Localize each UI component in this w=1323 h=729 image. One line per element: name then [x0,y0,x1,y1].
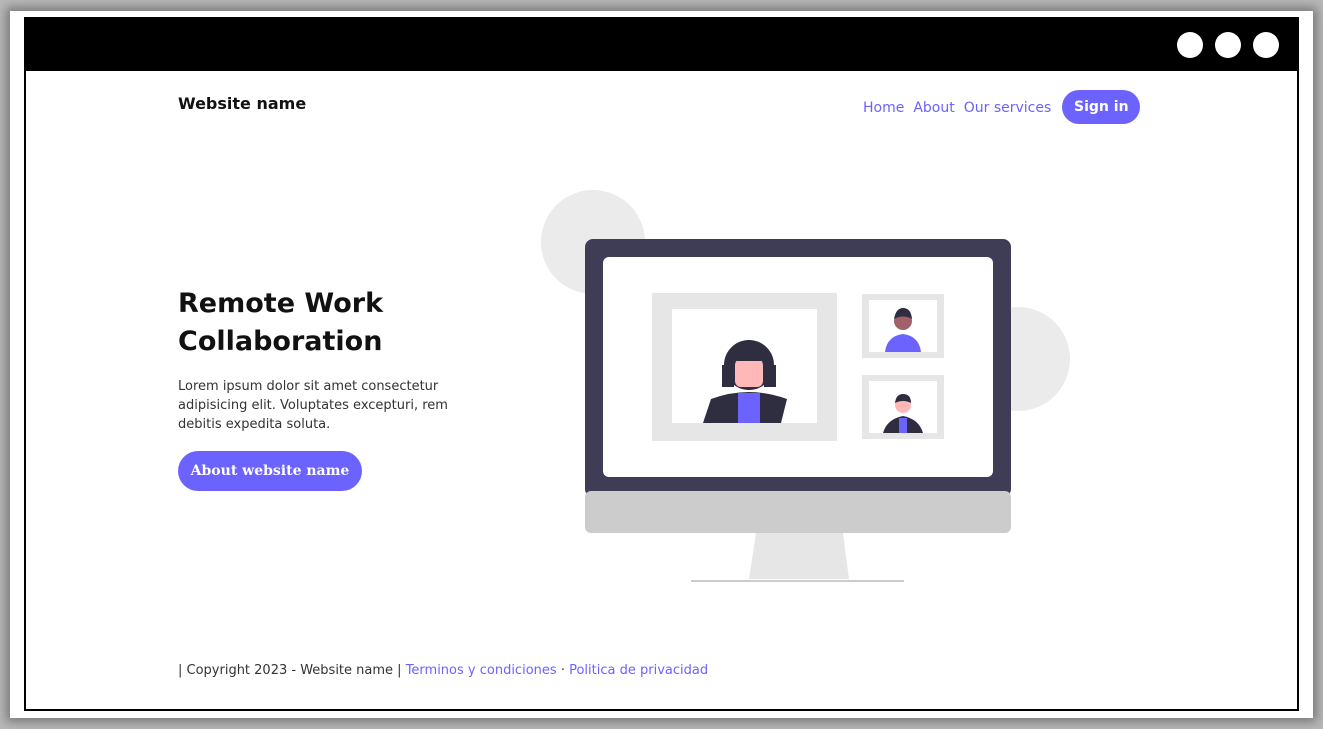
monitor-chin-icon [585,491,1011,533]
footer: | Copyright 2023 - Website name | Termin… [178,663,708,678]
monitor-stand-icon [749,533,849,579]
nav-services-link[interactable]: Our services [964,100,1052,116]
footer-copyright: | Copyright 2023 - Website name | [178,663,402,678]
window-dot-icon[interactable] [1215,32,1241,58]
main-participant-tile [652,293,837,441]
screenshot-frame: Website name Home About Our services Sig… [10,11,1313,718]
nav-home-link[interactable]: Home [863,100,904,116]
main-nav: Home About Our services Sign in [863,90,1141,124]
privacy-link[interactable]: Politica de privacidad [569,663,708,678]
nav-about-link[interactable]: About [913,100,954,116]
hero-description: Lorem ipsum dolor sit amet consectetur a… [178,379,448,432]
brand-name[interactable]: Website name [178,94,306,113]
sign-in-button[interactable]: Sign in [1062,90,1141,124]
terms-link[interactable]: Terminos y condiciones [406,663,557,678]
browser-window: Website name Home About Our services Sig… [24,17,1299,711]
hero-title: Remote Work Collaboration [178,288,384,357]
window-dot-icon[interactable] [1177,32,1203,58]
participant-tile-man-1 [862,294,944,358]
window-titlebar [26,19,1297,71]
participant-tile-man-2 [862,375,944,439]
about-website-button[interactable]: About website name [178,451,362,491]
video-conference-monitor-illustration [541,190,1070,582]
window-dot-icon[interactable] [1253,32,1279,58]
footer-separator: · [560,663,565,678]
page-content: Website name Home About Our services Sig… [26,71,1297,709]
